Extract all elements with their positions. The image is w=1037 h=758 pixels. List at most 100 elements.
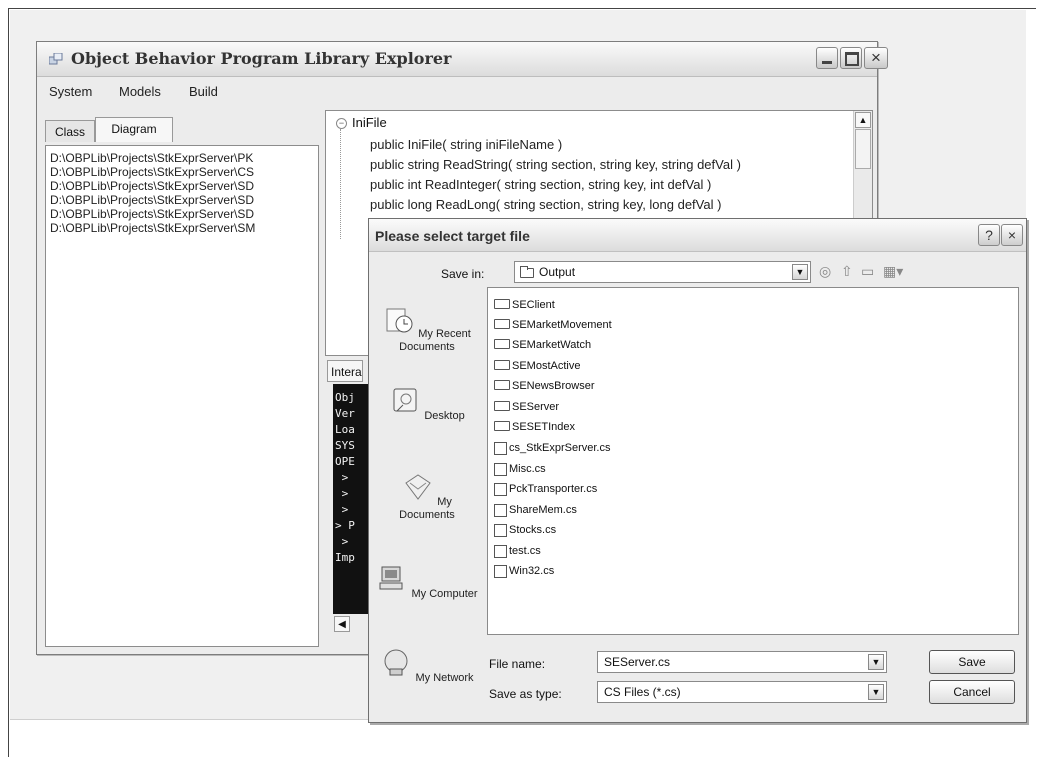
dialog-close-button[interactable]: × bbox=[1001, 224, 1023, 246]
file-item[interactable]: Misc.cs bbox=[494, 460, 546, 478]
folder-item[interactable]: SEMarketMovement bbox=[494, 316, 612, 334]
console-line: Obj bbox=[335, 391, 355, 404]
dialog-titlebar[interactable]: Please select target file ? × bbox=[369, 219, 1026, 252]
list-item[interactable]: D:\OBPLib\Projects\StkExprServer\SM bbox=[46, 221, 318, 235]
cs-file-icon bbox=[494, 523, 507, 537]
console-line: Ver bbox=[335, 407, 355, 420]
file-name-label: File name: bbox=[489, 657, 546, 671]
folder-icon bbox=[494, 401, 510, 412]
folder-item[interactable]: SEClient bbox=[494, 296, 555, 314]
file-name: SENewsBrowser bbox=[512, 380, 595, 392]
list-item[interactable]: D:\OBPLib\Projects\StkExprServer\SD bbox=[46, 179, 318, 193]
file-name: cs_StkExprServer.cs bbox=[509, 442, 611, 454]
menu-build[interactable]: Build bbox=[189, 84, 218, 99]
list-item[interactable]: D:\OBPLib\Projects\StkExprServer\CS bbox=[46, 165, 318, 179]
save-in-dropdown[interactable]: Output ▼ bbox=[514, 261, 811, 283]
tree-root[interactable]: IniFile bbox=[352, 115, 387, 130]
folder-icon bbox=[520, 266, 534, 278]
file-item[interactable]: PckTransporter.cs bbox=[494, 480, 597, 498]
list-item[interactable]: D:\OBPLib\Projects\StkExprServer\SD bbox=[46, 193, 318, 207]
file-item[interactable]: ShareMem.cs bbox=[494, 501, 577, 519]
main-titlebar[interactable]: Object Behavior Program Library Explorer… bbox=[37, 42, 888, 77]
file-name-value: SEServer.cs bbox=[604, 655, 671, 669]
console-line: > bbox=[335, 535, 349, 548]
tab-diagram[interactable]: Diagram bbox=[95, 117, 173, 142]
collapse-icon[interactable]: − bbox=[336, 118, 347, 129]
folder-item[interactable]: SEServer bbox=[494, 398, 559, 416]
file-name: SEMarketMovement bbox=[512, 319, 612, 331]
tree-item[interactable]: public int ReadInteger( string section, … bbox=[370, 177, 711, 192]
scroll-up-icon[interactable]: ▲ bbox=[855, 112, 871, 128]
tab-interact[interactable]: Intera bbox=[327, 360, 363, 382]
folder-item[interactable]: SENewsBrowser bbox=[494, 377, 595, 395]
up-folder-icon[interactable]: ⇧ bbox=[841, 263, 853, 280]
file-name-field[interactable]: SEServer.cs ▼ bbox=[597, 651, 887, 673]
console-line: OPE bbox=[335, 455, 355, 468]
file-name: SEMostActive bbox=[512, 360, 581, 372]
file-name: Stocks.cs bbox=[509, 524, 557, 536]
file-item[interactable]: Win32.cs bbox=[494, 562, 554, 580]
folder-item[interactable]: SEMostActive bbox=[494, 357, 580, 375]
save-type-value: CS Files (*.cs) bbox=[604, 685, 681, 699]
tree-item[interactable]: public IniFile( string iniFileName ) bbox=[370, 137, 562, 152]
file-name: SEClient bbox=[512, 299, 555, 311]
list-item[interactable]: D:\OBPLib\Projects\StkExprServer\PK bbox=[46, 146, 318, 165]
file-name: PckTransporter.cs bbox=[509, 483, 598, 495]
cs-file-icon bbox=[494, 462, 507, 476]
console-line: Loa bbox=[335, 423, 355, 436]
file-name: SEServer bbox=[512, 401, 560, 413]
folder-icon bbox=[494, 360, 510, 371]
place-my-network[interactable]: My Network bbox=[375, 647, 479, 685]
chevron-down-icon[interactable]: ▼ bbox=[792, 264, 808, 280]
folder-item[interactable]: SESETIndex bbox=[494, 418, 575, 436]
save-button[interactable]: Save bbox=[929, 650, 1015, 674]
close-icon: × bbox=[1007, 227, 1017, 243]
scroll-left-icon[interactable]: ◀ bbox=[334, 616, 350, 632]
close-button[interactable]: × bbox=[864, 47, 888, 69]
menu-system[interactable]: System bbox=[49, 84, 92, 99]
dialog-title: Please select target file bbox=[375, 228, 530, 244]
file-list: SEClient SEMarketMovement SEMarketWatch … bbox=[487, 287, 1019, 635]
chevron-down-icon[interactable]: ▼ bbox=[868, 684, 884, 700]
console-line: > P bbox=[335, 519, 355, 532]
console-line: > bbox=[335, 471, 349, 484]
save-type-dropdown[interactable]: CS Files (*.cs) ▼ bbox=[597, 681, 887, 703]
file-item[interactable]: Stocks.cs bbox=[494, 521, 556, 539]
cancel-button[interactable]: Cancel bbox=[929, 680, 1015, 704]
minimize-button[interactable] bbox=[816, 47, 838, 69]
tree-item[interactable]: public long ReadLong( string section, st… bbox=[370, 197, 721, 212]
tab-class[interactable]: Class bbox=[45, 120, 95, 142]
place-recent-documents[interactable]: My Recent Documents bbox=[375, 303, 479, 354]
file-item[interactable]: test.cs bbox=[494, 542, 541, 560]
cs-file-icon bbox=[494, 482, 507, 496]
scroll-thumb[interactable] bbox=[855, 129, 871, 169]
place-my-computer[interactable]: My Computer bbox=[375, 563, 479, 601]
file-name: SEMarketWatch bbox=[512, 339, 592, 351]
desktop-icon bbox=[393, 388, 417, 412]
recent-documents-icon bbox=[386, 308, 413, 333]
back-icon[interactable]: ◎ bbox=[819, 263, 831, 280]
folder-icon bbox=[494, 380, 510, 391]
place-desktop[interactable]: Desktop bbox=[375, 385, 479, 423]
chevron-down-icon[interactable]: ▼ bbox=[868, 654, 884, 670]
folder-icon bbox=[494, 299, 510, 310]
cs-file-icon bbox=[494, 441, 507, 455]
save-in-label: Save in: bbox=[441, 267, 485, 281]
file-item[interactable]: cs_StkExprServer.cs bbox=[494, 439, 610, 457]
place-my-documents[interactable]: My Documents bbox=[375, 471, 479, 522]
place-label: Desktop bbox=[424, 410, 465, 422]
tree-item[interactable]: public string ReadString( string section… bbox=[370, 157, 741, 172]
file-name: Win32.cs bbox=[509, 565, 555, 577]
menu-bar: System Models Build bbox=[37, 78, 877, 102]
folder-item[interactable]: SEMarketWatch bbox=[494, 336, 591, 354]
file-name: test.cs bbox=[509, 545, 541, 557]
save-in-value: Output bbox=[539, 265, 576, 279]
view-menu-icon[interactable]: ▦▾ bbox=[883, 263, 903, 280]
new-folder-icon[interactable]: ▭ bbox=[861, 263, 874, 280]
list-item[interactable]: D:\OBPLib\Projects\StkExprServer\SD bbox=[46, 207, 318, 221]
menu-models[interactable]: Models bbox=[119, 84, 161, 99]
cs-file-icon bbox=[494, 503, 507, 517]
console-output: Obj Ver Loa SYS OPE > > > > P > Imp bbox=[333, 384, 373, 614]
maximize-button[interactable] bbox=[840, 47, 862, 69]
help-button[interactable]: ? bbox=[978, 224, 1000, 246]
